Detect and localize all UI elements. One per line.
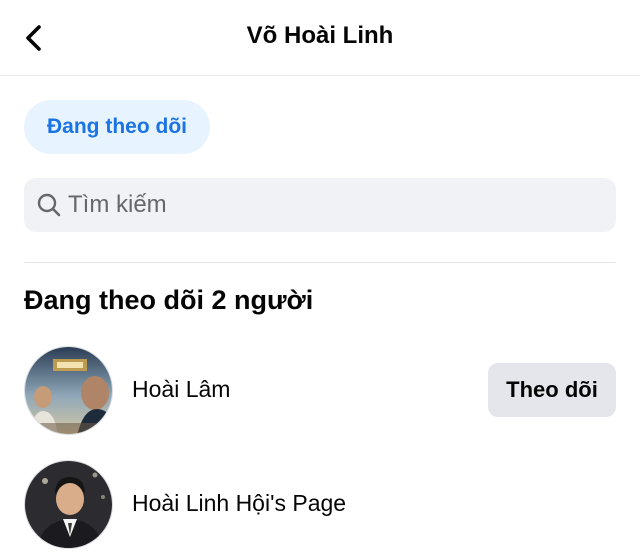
following-screen: Võ Hoài Linh Đang theo dõi Đang theo dõi… [0, 0, 640, 557]
page-title: Võ Hoài Linh [246, 22, 394, 49]
divider [24, 262, 616, 263]
list-item[interactable]: Hoài Lâm Theo dõi [0, 346, 640, 436]
list-item-name[interactable]: Hoài Linh Hội's Page [132, 490, 346, 517]
filter-chip-following[interactable]: Đang theo dõi [24, 100, 210, 154]
search-input[interactable] [68, 191, 608, 219]
search-bar[interactable] [24, 178, 616, 232]
follow-button[interactable]: Theo dõi [488, 363, 616, 417]
search-icon [37, 193, 61, 217]
list-item-name[interactable]: Hoài Lâm [132, 376, 230, 403]
section-title: Đang theo dõi 2 người [24, 285, 314, 315]
avatar[interactable] [24, 346, 113, 435]
movie-poster-avatar [25, 347, 112, 434]
person-photo-avatar [25, 461, 112, 548]
avatar[interactable] [24, 460, 113, 549]
list-item[interactable]: Hoài Linh Hội's Page [0, 460, 640, 550]
top-bar: Võ Hoài Linh [0, 0, 640, 76]
